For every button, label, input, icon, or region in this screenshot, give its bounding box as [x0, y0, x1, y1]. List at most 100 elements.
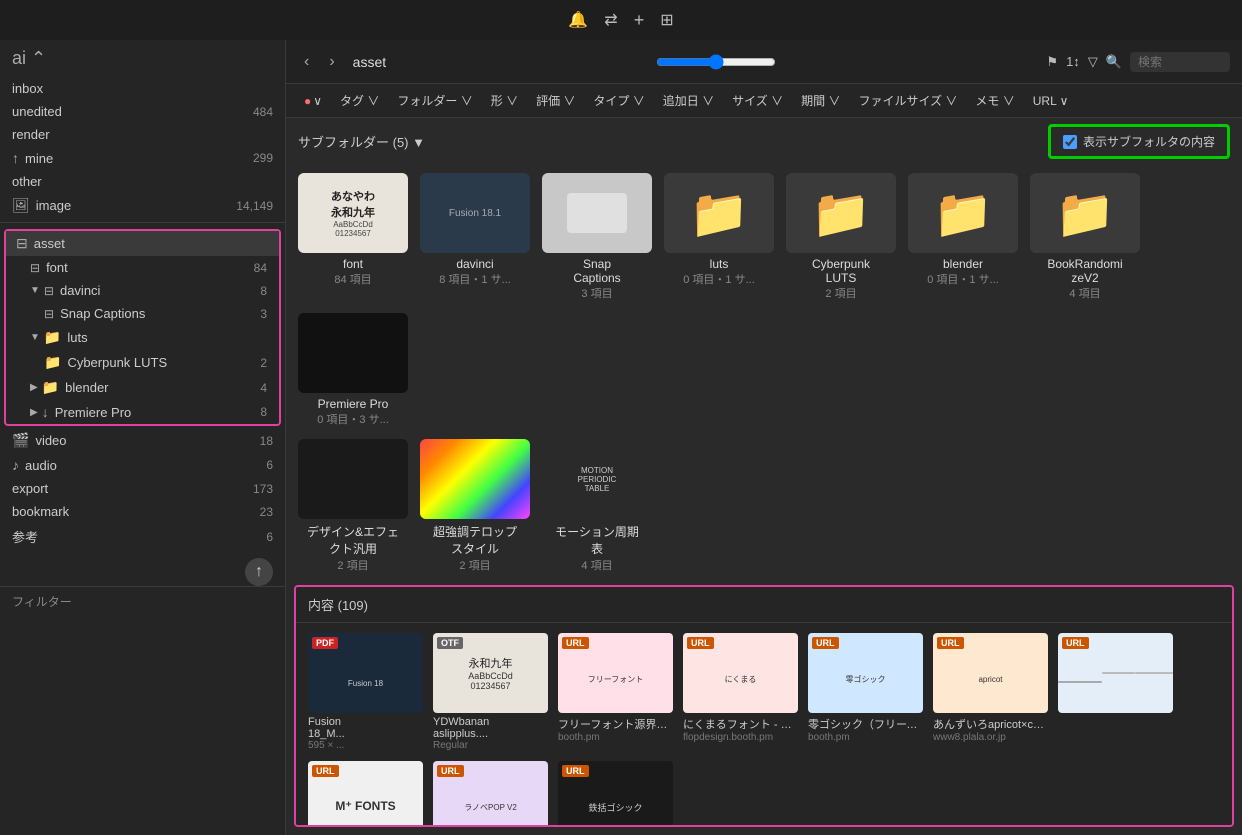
filter-icon[interactable]: ▽ [1088, 54, 1098, 70]
filter-color-button[interactable]: ● ∨ [298, 92, 328, 110]
content-item-ydw[interactable]: OTF 永和九年 AaBbCcDd 01234567 YDWbananaslip… [433, 633, 548, 751]
luts-folder-icon: 📁 [689, 185, 749, 242]
upload-small-icon: ↑ [12, 150, 19, 166]
show-subfolder-checkbox[interactable] [1063, 135, 1077, 149]
folder-item-colorful[interactable]: 超強調テロップスタイル 2 項目 [420, 439, 530, 573]
filter-filesize-button[interactable]: ファイルサイズ ∨ [852, 90, 963, 111]
filter-tag-button[interactable]: タグ ∨ [334, 90, 385, 111]
folder-item-cyberpunk[interactable]: 📁 CyberpunkLUTS 2 項目 [786, 173, 896, 301]
filter-adddate-button[interactable]: 追加日 ∨ [657, 90, 720, 111]
sidebar-item-sankoh[interactable]: 参考 6 [0, 523, 285, 550]
content-item-freefont[interactable]: URL フリーフォント フリーフォント源界明朝 - フロップデザインフォント -… [558, 633, 673, 751]
title-bar-icons: 🔔 ⇄ + ⊞ [568, 10, 673, 31]
folder-item-motion[interactable]: MOTIONPERIODICTABLE モーション周期表 4 項目 [542, 439, 652, 573]
folder-item-font[interactable]: あなやわ永和九年 AaBbCcDd01234567 font 84 項目 [298, 173, 408, 301]
layout-icon[interactable]: ⊞ [660, 10, 673, 30]
sidebar-item-render[interactable]: render [0, 123, 285, 146]
folder-name-davinci: davinci [456, 257, 493, 271]
folder-thumb-luts: 📁 [664, 173, 774, 253]
sidebar-item-unedited[interactable]: unedited 484 [0, 100, 285, 123]
sidebar-item-image[interactable]: 🖼 image 14,149 [0, 193, 285, 218]
folder-item-davinci[interactable]: Fusion 18.1 davinci 8 項目・1 サ... [420, 173, 530, 301]
show-subfolder-box: 表示サブフォルタの内容 [1048, 124, 1230, 159]
content-item-mfonts[interactable]: URL M⁺ FONTS M+ FONTS [308, 761, 423, 827]
sort2-icon[interactable]: 1↕ [1066, 54, 1080, 69]
sidebar-divider [0, 222, 285, 223]
folder-count-design: 2 項目 [337, 557, 368, 573]
filter-duration-button[interactable]: 期間 ∨ [795, 90, 846, 111]
sidebar-item-asset[interactable]: ⊟ asset [6, 231, 279, 256]
subfolder-bar: サブフォルダー (5) ▼ 表示サブフォルタの内容 [286, 118, 1242, 165]
sidebar-item-video[interactable]: 🎬 video 18 [0, 428, 285, 453]
subfolders-row2: デザイン&エフェクト汎用 2 項目 超強調テロップスタイル 2 項目 MOTIO… [286, 435, 1242, 581]
badge-url-freefont: URL [562, 637, 589, 649]
filter-shape-button[interactable]: 形 ∨ [485, 90, 524, 111]
folder-item-blender[interactable]: 📁 blender 0 項目・1 サ... [908, 173, 1018, 301]
snap-grid-icon: ⊟ [44, 307, 54, 321]
filter-size-button[interactable]: サイズ ∨ [726, 90, 789, 111]
content-item-url7[interactable]: URL [1058, 633, 1173, 751]
sidebar-item-blender[interactable]: ▶ 📁 blender 4 [6, 375, 279, 400]
content-item-tekka[interactable]: URL 鉄括ゴシック 鉄括ゴシック [558, 761, 673, 827]
content-item-ranobe[interactable]: URL ラノベPOP V2 ラノベPOP V2 [433, 761, 548, 827]
folder-name-premiere: Premiere Pro [318, 397, 389, 411]
folder-item-bookrandom[interactable]: 📁 BookRandomizeV2 4 項目 [1030, 173, 1140, 301]
content-thumb-tekka: URL 鉄括ゴシック [558, 761, 673, 827]
content-name-nikumaru: にくまるフォント - フロップデザインフォント - BOOTH.url [683, 716, 798, 732]
filter-bar: ● ∨ タグ ∨ フォルダー ∨ 形 ∨ 評価 ∨ タイプ ∨ 追加日 ∨ サイ… [286, 84, 1242, 118]
zoom-slider[interactable] [656, 54, 776, 70]
subfolder-label[interactable]: サブフォルダー (5) ▼ [298, 132, 425, 151]
sidebar-item-inbox[interactable]: inbox [0, 77, 285, 100]
sidebar-item-premiere-pro[interactable]: ▶ ↓ Premiere Pro 8 [6, 400, 279, 424]
sidebar-item-luts[interactable]: ▼ 📁 luts [6, 325, 279, 350]
filter-memo-button[interactable]: メモ ∨ [969, 90, 1020, 111]
badge-url-ranobe: URL [437, 765, 464, 777]
folder-item-snap-captions[interactable]: SnapCaptions 3 項目 [542, 173, 652, 301]
filter-label: フィルター [0, 586, 285, 616]
content-item-zerogothic[interactable]: URL 零ゴシック 零ゴシック（フリーフォント）- フロップデザインフォント -… [808, 633, 923, 751]
search-input[interactable] [1130, 52, 1230, 72]
filter-type-button[interactable]: タイプ ∨ [587, 90, 650, 111]
cycle-icon[interactable]: ⇄ [604, 10, 617, 30]
sidebar-item-snap-captions[interactable]: ⊟ Snap Captions 3 [6, 302, 279, 325]
premiere-download-icon: ↓ [42, 404, 49, 420]
folder-item-luts[interactable]: 📁 luts 0 項目・1 サ... [664, 173, 774, 301]
sidebar-item-other[interactable]: other [0, 170, 285, 193]
badge-url-anzui: URL [937, 637, 964, 649]
title-bar: 🔔 ⇄ + ⊞ [0, 0, 1242, 40]
sidebar-item-bookmark[interactable]: bookmark 23 [0, 500, 285, 523]
bell-icon[interactable]: 🔔 [568, 10, 588, 30]
upload-button[interactable]: ↑ [245, 558, 273, 586]
folder-count-motion: 4 項目 [581, 557, 612, 573]
sidebar-item-cyberpunk-luts[interactable]: 📁 Cyberpunk LUTS 2 [6, 350, 279, 375]
content-item-nikumaru[interactable]: URL にくまる にくまるフォント - フロップデザインフォント - BOOTH… [683, 633, 798, 751]
content-item-anzuiro[interactable]: URL apricot あんずいろapricot×color.url www8.… [933, 633, 1048, 751]
content-item-fusion[interactable]: PDF Fusion 18 Fusion18_M... 595 × ... [308, 633, 423, 751]
content-area: ‹ › asset ⚑ 1↕ ▽ 🔍 ● ∨ タグ ∨ フォルダー ∨ 形 ∨ … [286, 40, 1242, 835]
content-thumb-ranobe: URL ラノベPOP V2 [433, 761, 548, 827]
asset-grid-icon: ⊟ [16, 235, 28, 252]
audio-icon: ♪ [12, 457, 19, 473]
sort-icon[interactable]: ⚑ [1046, 54, 1058, 70]
filter-folder-button[interactable]: フォルダー ∨ [391, 90, 478, 111]
sidebar-item-davinci[interactable]: ▼ ⊟ davinci 8 [6, 279, 279, 302]
folder-item-design-effects[interactable]: デザイン&エフェクト汎用 2 項目 [298, 439, 408, 573]
search-icon[interactable]: 🔍 [1106, 54, 1122, 70]
folder-item-premiere[interactable]: Premiere Pro 0 項目・3 サ... [298, 313, 408, 427]
filter-rating-button[interactable]: 評価 ∨ [530, 90, 581, 111]
folder-thumb-davinci: Fusion 18.1 [420, 173, 530, 253]
add-icon[interactable]: + [634, 10, 645, 31]
content-thumb-url7: URL [1058, 633, 1173, 713]
sidebar-item-mine[interactable]: ↑ mine 299 [0, 146, 285, 170]
sidebar-item-font[interactable]: ⊟ font 84 [6, 256, 279, 279]
forward-button[interactable]: › [323, 51, 340, 73]
blender-folder-icon: 📁 [42, 379, 59, 396]
sidebar: ai ⌃ inbox unedited 484 render ↑ mine 29… [0, 40, 286, 835]
sidebar-item-export[interactable]: export 173 [0, 477, 285, 500]
font-grid-icon: ⊟ [30, 261, 40, 275]
sidebar-item-audio[interactable]: ♪ audio 6 [0, 453, 285, 477]
filter-url-button[interactable]: URL ∨ [1027, 92, 1075, 110]
content-section: 内容 (109) PDF Fusion 18 Fusion18_M... 595… [294, 585, 1234, 827]
badge-url-mfonts: URL [312, 765, 339, 777]
back-button[interactable]: ‹ [298, 51, 315, 73]
